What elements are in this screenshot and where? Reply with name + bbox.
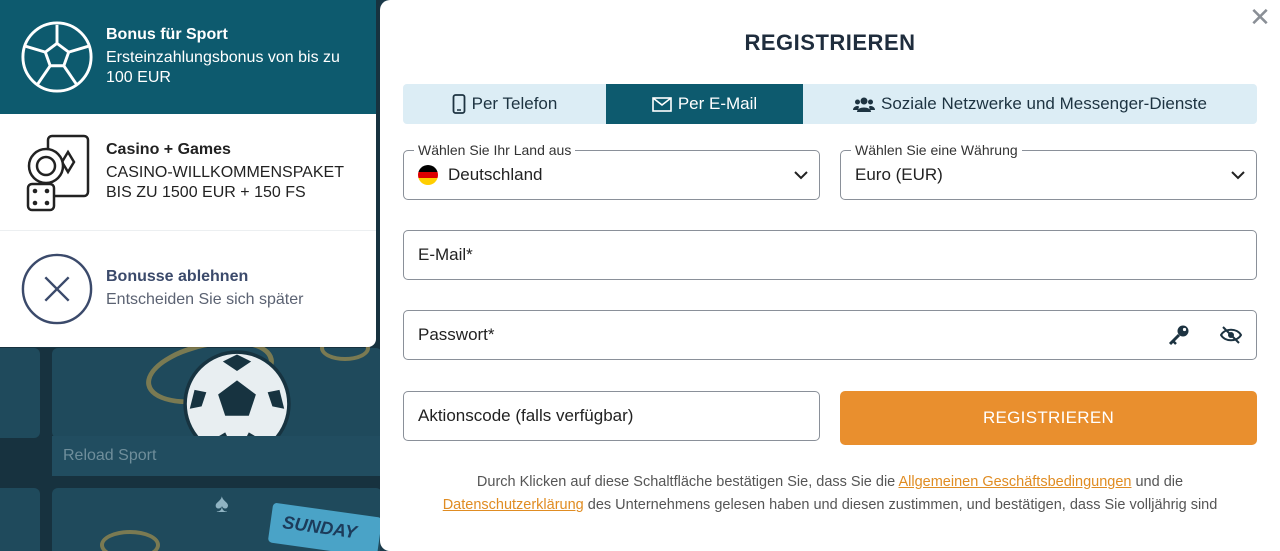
soccer-ball-icon xyxy=(20,20,94,94)
tab-phone[interactable]: Per Telefon xyxy=(403,84,606,124)
chevron-down-icon xyxy=(793,165,809,190)
terms-part1: Durch Klicken auf diese Schaltfläche bes… xyxy=(476,474,899,490)
bonus-option-decline[interactable]: Bonusse ablehnen Entscheiden Sie sich sp… xyxy=(0,231,376,347)
tab-social-label: Soziale Netzwerke und Messenger-Dienste xyxy=(881,94,1207,113)
bonus-option-sport[interactable]: Bonus für Sport Ersteinzahlungsbonus von… xyxy=(0,0,376,114)
password-placeholder: Passwort* xyxy=(418,325,495,344)
bonus-decline-desc: Entscheiden Sie sich später xyxy=(106,291,304,308)
close-circle-icon xyxy=(20,252,94,326)
germany-flag-icon xyxy=(418,165,438,185)
promo-placeholder: Aktionscode (falls verfügbar) xyxy=(418,406,634,425)
promo-code-field[interactable]: Aktionscode (falls verfügbar) xyxy=(403,391,820,441)
currency-select[interactable]: Wählen Sie eine Währung Euro (EUR) xyxy=(840,142,1257,200)
terms-text: Durch Klicken auf diese Schaltfläche bes… xyxy=(403,471,1257,517)
bonus-casino-desc-line1: CASINO-WILLKOMMENSPAKET xyxy=(106,164,344,181)
phone-icon xyxy=(452,94,466,114)
tab-social[interactable]: Soziale Netzwerke und Messenger-Dienste xyxy=(803,84,1257,124)
reload-sport-label: Reload Sport xyxy=(63,447,157,464)
bonus-option-casino[interactable]: Casino + Games CASINO-WILLKOMMENSPAKET B… xyxy=(0,114,376,231)
spade-icon: ♠ xyxy=(215,488,229,518)
modal-title: REGISTRIEREN xyxy=(744,30,916,55)
bonus-sport-desc: Ersteinzahlungsbonus von bis zu 100 EUR xyxy=(106,49,340,86)
eye-off-icon[interactable] xyxy=(1219,326,1243,349)
tab-email[interactable]: Per E-Mail xyxy=(606,84,803,124)
envelope-icon xyxy=(652,96,672,112)
bonus-sport-title: Bonus für Sport xyxy=(106,26,228,43)
registration-method-tabs: Per Telefon Per E-Mail Soziale Netzwerke… xyxy=(403,84,1257,124)
bg-card xyxy=(0,348,40,438)
bonus-decline-title: Bonusse ablehnen xyxy=(106,268,249,285)
users-icon xyxy=(853,96,875,112)
password-field[interactable]: Passwort* xyxy=(403,310,1257,360)
terms-part2: und die xyxy=(1131,474,1184,490)
bg-card xyxy=(0,488,40,551)
bonus-casino-desc-line2: BIS ZU 1500 EUR + 150 FS xyxy=(106,184,306,201)
tab-email-label: Per E-Mail xyxy=(677,94,758,113)
email-field[interactable]: E-Mail* xyxy=(403,230,1257,280)
terms-part3: des Unternehmens gelesen haben und diese… xyxy=(583,497,1218,513)
country-select[interactable]: Wählen Sie Ihr Land aus Deutschland xyxy=(403,142,820,200)
close-icon[interactable]: ✕ xyxy=(1248,4,1272,30)
currency-legend: Wählen Sie eine Währung xyxy=(851,142,1022,158)
key-icon[interactable] xyxy=(1168,324,1190,351)
country-legend: Wählen Sie Ihr Land aus xyxy=(414,142,576,158)
bonus-panel: Bonus für Sport Ersteinzahlungsbonus von… xyxy=(0,0,376,347)
country-value: Deutschland xyxy=(448,165,543,184)
terms-link[interactable]: Allgemeinen Geschäftsbedingungen xyxy=(898,474,1131,490)
email-placeholder: E-Mail* xyxy=(418,245,473,264)
tab-phone-label: Per Telefon xyxy=(471,94,558,113)
casino-chips-dice-icon xyxy=(20,134,94,212)
privacy-link[interactable]: Datenschutzerklärung xyxy=(443,497,584,513)
register-button[interactable]: REGISTRIEREN xyxy=(840,391,1257,445)
currency-value: Euro (EUR) xyxy=(855,165,943,184)
chevron-down-icon xyxy=(1230,165,1246,190)
bonus-casino-title: Casino + Games xyxy=(106,141,231,158)
registration-modal: ✕ REGISTRIEREN Per Telefon Per E-Mail So… xyxy=(380,0,1280,551)
